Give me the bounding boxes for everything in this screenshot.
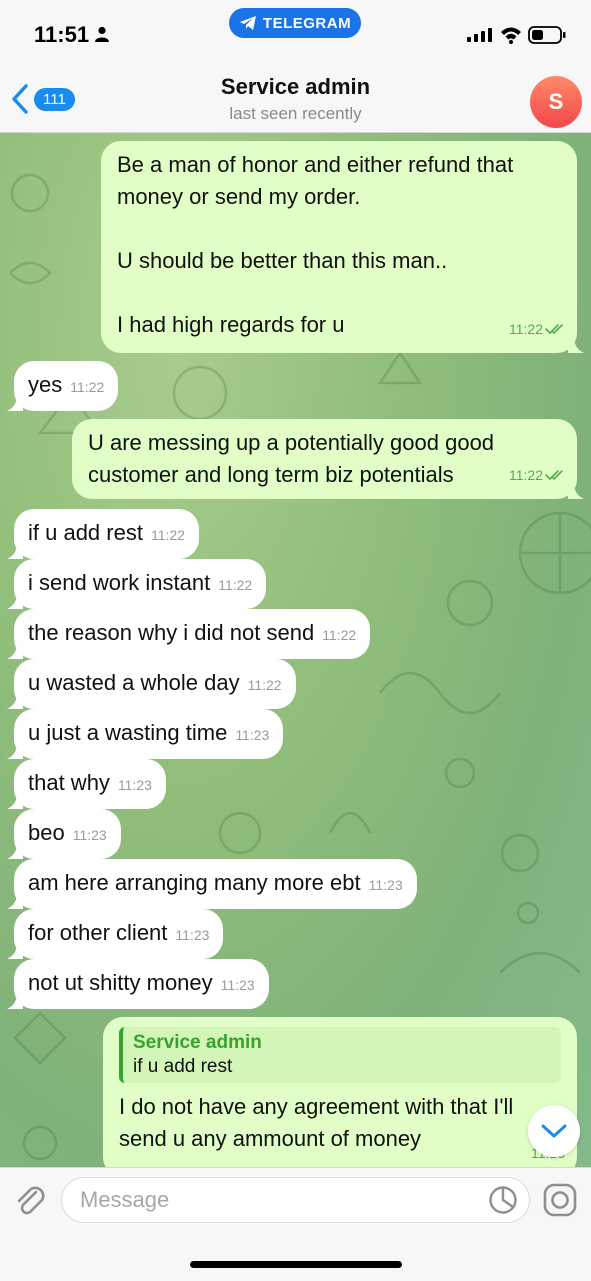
message-meta: 11:22 xyxy=(509,313,565,345)
chat-header: 111 Service admin last seen recently S xyxy=(0,50,591,133)
message-text-line: I had high regards for u xyxy=(117,312,345,337)
bubble-tail xyxy=(7,895,23,909)
incoming-message[interactable]: that why 11:23 xyxy=(7,759,166,809)
message-text: for other client xyxy=(28,920,168,945)
bubble-tail xyxy=(7,695,23,709)
message-time: 11:23 xyxy=(235,727,270,743)
message-text-line xyxy=(117,213,561,245)
message-time: 11:23 xyxy=(117,777,152,793)
bubble-tail xyxy=(7,995,23,1009)
message-text: if u add rest xyxy=(28,520,143,545)
incoming-message[interactable]: if u add rest 11:22 xyxy=(7,509,199,559)
sticker-icon[interactable] xyxy=(488,1185,518,1215)
incoming-message[interactable]: yes 11:22 xyxy=(7,361,119,411)
bubble-tail xyxy=(7,595,23,609)
signal-icon xyxy=(467,28,492,42)
reply-quote-text: if u add rest xyxy=(133,1056,233,1077)
message-time: 11:22 xyxy=(247,677,282,693)
message-time: 11:23 xyxy=(220,977,255,993)
bubble-tail xyxy=(7,745,23,759)
message-text: beo xyxy=(28,820,65,845)
message-time: 11:23 xyxy=(175,927,210,943)
reply-quote[interactable]: Service admin if u add rest xyxy=(119,1027,561,1083)
message-input[interactable]: Message xyxy=(61,1177,530,1223)
message-time: 11:23 xyxy=(368,877,403,893)
wifi-icon xyxy=(501,27,521,44)
message-text: u just a wasting time xyxy=(28,720,228,745)
outgoing-message[interactable]: U are messing up a potentially good good… xyxy=(72,419,584,499)
bubble-tail xyxy=(7,397,23,411)
bubble-tail xyxy=(7,845,23,859)
incoming-message[interactable]: am here arranging many more ebt 11:23 xyxy=(7,859,417,909)
incoming-message[interactable]: beo 11:23 xyxy=(7,809,121,859)
message-text-line: U are messing up a potentially good good xyxy=(88,430,495,455)
input-bar: Message xyxy=(0,1167,591,1281)
message-text: am here arranging many more ebt xyxy=(28,870,361,895)
message-time: 11:22 xyxy=(150,527,185,543)
telegram-pill-label: TELEGRAM xyxy=(262,14,352,32)
camera-icon[interactable] xyxy=(542,1182,578,1218)
bubble-tail xyxy=(7,795,23,809)
incoming-message[interactable]: i send work instant 11:22 xyxy=(7,559,267,609)
home-indicator xyxy=(190,1261,402,1268)
chat-area[interactable]: Be a man of honor and either refund that… xyxy=(0,133,591,1167)
message-text: not ut shitty money xyxy=(28,970,213,995)
message-meta: 11:22 xyxy=(509,459,565,491)
reply-quote-name: Service admin xyxy=(133,1032,262,1053)
bubble-tail xyxy=(7,945,23,959)
outgoing-message[interactable]: Be a man of honor and either refund that… xyxy=(101,141,584,353)
message-text: the reason why i did not send xyxy=(28,620,315,645)
bubble-tail xyxy=(7,645,23,659)
outgoing-message[interactable]: Service admin if u add rest I do not have … xyxy=(103,1017,577,1167)
message-time: 11:22 xyxy=(322,627,357,643)
message-text-line xyxy=(117,277,561,309)
incoming-message[interactable]: u wasted a whole day 11:22 xyxy=(7,659,296,709)
chevron-down-icon xyxy=(541,1124,567,1138)
message-text-line: customer and long term biz potentials xyxy=(88,462,454,487)
message-time: 11:22 xyxy=(509,321,543,337)
incoming-message[interactable]: for other client 11:23 xyxy=(7,909,224,959)
avatar[interactable]: S xyxy=(530,76,582,128)
message-text-line: U should be better than this man.. xyxy=(117,248,448,273)
status-time: 11:51 xyxy=(34,22,90,47)
bubble-tail xyxy=(7,545,23,559)
message-time: 11:22 xyxy=(218,577,253,593)
incoming-message[interactable]: not ut shitty money 11:23 xyxy=(7,959,269,1009)
message-text-line: money or send my order. xyxy=(117,184,361,209)
message-text: u wasted a whole day xyxy=(28,670,240,695)
telegram-icon xyxy=(239,16,256,30)
chat-title[interactable]: Service admin xyxy=(0,74,591,100)
double-check-icon xyxy=(545,324,563,334)
incoming-message[interactable]: u just a wasting time 11:23 xyxy=(7,709,284,759)
person-icon xyxy=(95,26,109,42)
double-check-icon xyxy=(545,470,563,480)
message-text-line: Be a man of honor and either refund that xyxy=(117,152,514,177)
battery-icon xyxy=(528,26,566,44)
scroll-to-bottom-button[interactable] xyxy=(528,1105,580,1157)
message-text-line: I do not have any agreement with that I'… xyxy=(119,1094,514,1119)
message-text: i send work instant xyxy=(28,570,211,595)
telegram-pill[interactable]: TELEGRAM xyxy=(229,8,361,38)
incoming-message[interactable]: the reason why i did not send 11:22 xyxy=(7,609,371,659)
status-bar: 11:51 TELEGRAM xyxy=(0,0,591,50)
message-time: 11:22 xyxy=(509,467,543,483)
message-time: 11:23 xyxy=(72,827,107,843)
message-text-line: send u any ammount of money xyxy=(119,1126,422,1151)
bubble-tail xyxy=(568,339,584,353)
message-time: 11:22 xyxy=(70,379,105,395)
message-text: yes xyxy=(28,372,63,397)
message-text: that why xyxy=(28,770,110,795)
attach-icon[interactable] xyxy=(12,1183,48,1219)
chat-subtitle: last seen recently xyxy=(229,104,362,123)
bubble-tail xyxy=(568,485,584,499)
